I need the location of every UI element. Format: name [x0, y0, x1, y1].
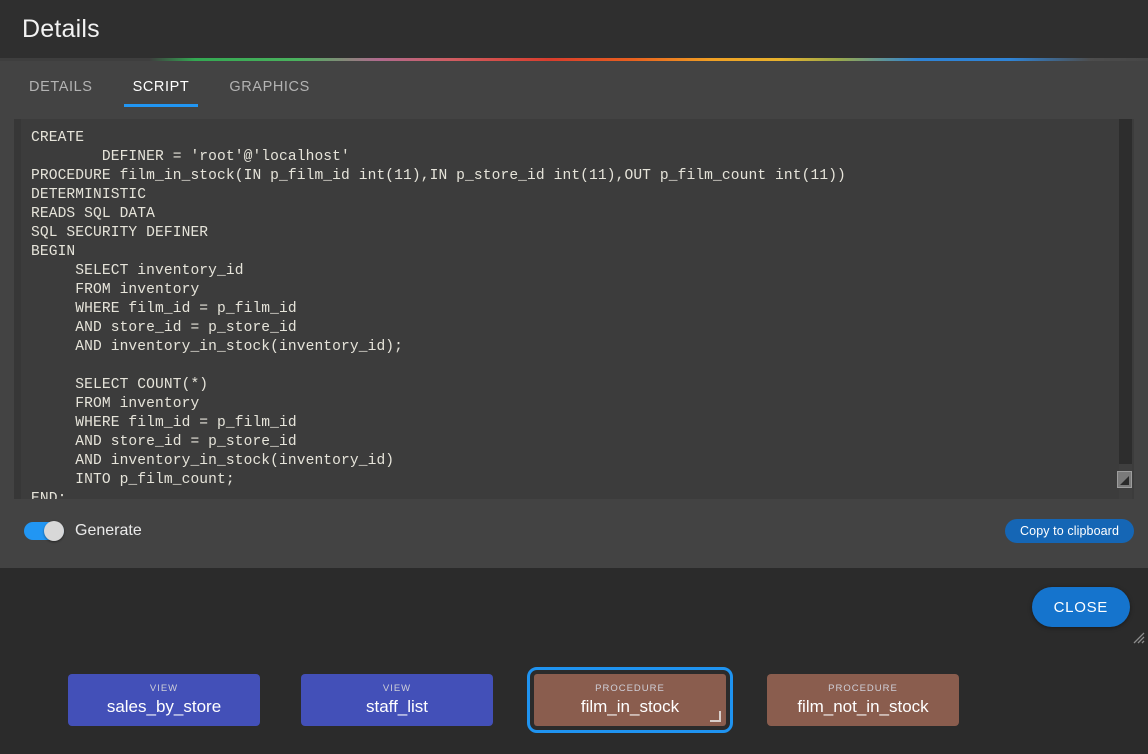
script-scrollbar-thumb[interactable]	[1119, 119, 1132, 464]
object-cards-strip: VIEW sales_by_store VIEW staff_list PROC…	[0, 646, 1148, 754]
object-card-sales-by-store[interactable]: VIEW sales_by_store	[68, 674, 260, 726]
generate-toggle-label: Generate	[75, 522, 142, 539]
script-resize-handle-icon[interactable]	[1117, 471, 1132, 488]
tab-bar: DETAILS SCRIPT GRAPHICS	[0, 61, 1148, 113]
object-card-film-not-in-stock[interactable]: PROCEDURE film_not_in_stock	[767, 674, 959, 726]
object-card-kind: PROCEDURE	[595, 682, 665, 694]
object-card-staff-list[interactable]: VIEW staff_list	[301, 674, 493, 726]
page-title: Details	[22, 14, 100, 43]
details-dialog: Details DETAILS SCRIPT GRAPHICS CREATE D…	[0, 0, 1148, 646]
object-card-kind: PROCEDURE	[828, 682, 898, 694]
object-card-name: sales_by_store	[106, 696, 222, 716]
dialog-resize-handle-icon[interactable]	[1131, 630, 1145, 644]
dialog-body: CREATE DEFINER = 'root'@'localhost' PROC…	[0, 113, 1148, 568]
generate-toggle[interactable]	[24, 521, 64, 541]
tab-details[interactable]: DETAILS	[20, 61, 102, 113]
tab-graphics[interactable]: GRAPHICS	[220, 61, 319, 113]
object-card-kind: VIEW	[149, 682, 179, 694]
object-card-kind: VIEW	[382, 682, 412, 694]
object-card-film-in-stock[interactable]: PROCEDURE film_in_stock	[527, 667, 733, 733]
tab-script[interactable]: SCRIPT	[123, 61, 199, 113]
dialog-header: Details	[0, 0, 1148, 58]
close-button[interactable]: CLOSE	[1031, 587, 1130, 627]
script-vertical-scrollbar[interactable]	[1119, 119, 1132, 499]
script-viewer[interactable]: CREATE DEFINER = 'root'@'localhost' PROC…	[14, 119, 1134, 499]
tab-graphics-label: GRAPHICS	[229, 79, 310, 95]
script-text: CREATE DEFINER = 'root'@'localhost' PROC…	[31, 130, 846, 499]
object-card-name: film_in_stock	[580, 696, 680, 716]
dialog-footer: CLOSE	[0, 568, 1148, 646]
generate-toggle-knob	[44, 521, 64, 541]
object-card-name: film_not_in_stock	[797, 696, 929, 716]
tab-details-label: DETAILS	[29, 79, 93, 95]
object-card-name: staff_list	[365, 696, 429, 716]
tab-script-label: SCRIPT	[132, 79, 190, 95]
copy-to-clipboard-button[interactable]: Copy to clipboard	[1005, 519, 1134, 543]
card-resize-handle-icon[interactable]	[710, 711, 721, 722]
script-options-row: Generate Copy to clipboard	[14, 511, 1134, 551]
